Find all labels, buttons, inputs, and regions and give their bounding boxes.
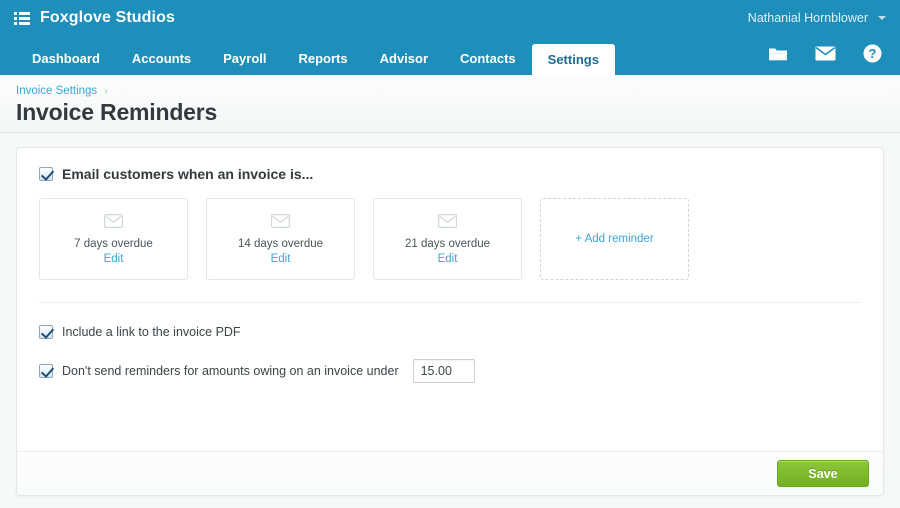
reminder-tile[interactable]: 21 days overdue Edit — [373, 198, 522, 280]
minimum-amount-label: Don't send reminders for amounts owing o… — [62, 364, 399, 378]
app-window: Foxglove Studios Nathanial Hornblower Da… — [0, 0, 900, 508]
invoice-reminders-card: Email customers when an invoice is... 7 … — [16, 147, 884, 496]
email-section-title: Email customers when an invoice is... — [62, 166, 314, 182]
include-pdf-checkbox[interactable] — [39, 325, 53, 339]
save-button[interactable]: Save — [777, 460, 869, 487]
reminder-edit-link[interactable]: Edit — [438, 253, 458, 265]
chevron-down-icon — [878, 16, 886, 20]
envelope-icon — [104, 213, 123, 233]
add-reminder-label: + Add reminder — [575, 233, 654, 245]
option-minimum-amount: Don't send reminders for amounts owing o… — [39, 359, 861, 383]
email-customers-checkbox[interactable] — [39, 167, 53, 181]
breadcrumb: Invoice Settings › — [16, 85, 900, 97]
nav-icon-group: ? — [768, 36, 900, 75]
tab-dashboard[interactable]: Dashboard — [16, 43, 116, 75]
top-bar: Foxglove Studios Nathanial Hornblower — [0, 0, 900, 36]
include-pdf-label: Include a link to the invoice PDF — [62, 325, 241, 339]
section-divider — [39, 302, 861, 303]
nav-tabs: Dashboard Accounts Payroll Reports Advis… — [16, 36, 615, 75]
reminder-tile[interactable]: 14 days overdue Edit — [206, 198, 355, 280]
reminder-tile-label: 14 days overdue — [237, 237, 324, 250]
reminder-edit-link[interactable]: Edit — [271, 253, 291, 265]
tab-payroll[interactable]: Payroll — [207, 43, 282, 75]
help-icon[interactable]: ? — [863, 44, 882, 63]
card-footer: Save — [17, 451, 883, 495]
svg-text:?: ? — [869, 46, 877, 61]
email-section-header: Email customers when an invoice is... — [39, 166, 861, 182]
reminder-tile-label: 21 days overdue — [404, 237, 491, 250]
nav-bar: Dashboard Accounts Payroll Reports Advis… — [0, 36, 900, 75]
breadcrumb-separator-icon: › — [104, 85, 108, 97]
reminder-tiles: 7 days overdue Edit 14 days overdue Edit… — [39, 198, 861, 280]
tab-accounts[interactable]: Accounts — [116, 43, 207, 75]
user-menu[interactable]: Nathanial Hornblower — [748, 11, 886, 25]
add-reminder-button[interactable]: + Add reminder — [540, 198, 689, 280]
user-name-label: Nathanial Hornblower — [747, 11, 868, 25]
tab-settings[interactable]: Settings — [531, 44, 615, 75]
card-spacer — [39, 403, 861, 451]
brand-title: Foxglove Studios — [40, 9, 175, 26]
folder-icon[interactable] — [768, 46, 788, 62]
page-header: Invoice Settings › Invoice Reminders — [0, 75, 900, 133]
page-title: Invoice Reminders — [16, 99, 218, 125]
reminder-tile[interactable]: 7 days overdue Edit — [39, 198, 188, 280]
minimum-amount-checkbox[interactable] — [39, 364, 53, 378]
reminder-tile-label: 7 days overdue — [74, 237, 153, 250]
minimum-amount-input[interactable] — [412, 359, 475, 383]
tab-advisor[interactable]: Advisor — [364, 43, 444, 75]
card-body: Email customers when an invoice is... 7 … — [17, 148, 883, 451]
envelope-icon — [438, 213, 457, 233]
tab-reports[interactable]: Reports — [283, 43, 364, 75]
envelope-icon — [271, 213, 290, 233]
list-icon[interactable] — [14, 11, 30, 25]
option-include-pdf-link: Include a link to the invoice PDF — [39, 325, 861, 339]
envelope-icon[interactable] — [815, 46, 836, 61]
breadcrumb-link-invoice-settings[interactable]: Invoice Settings — [16, 85, 97, 97]
tab-contacts[interactable]: Contacts — [444, 43, 532, 75]
reminder-edit-link[interactable]: Edit — [104, 253, 124, 265]
